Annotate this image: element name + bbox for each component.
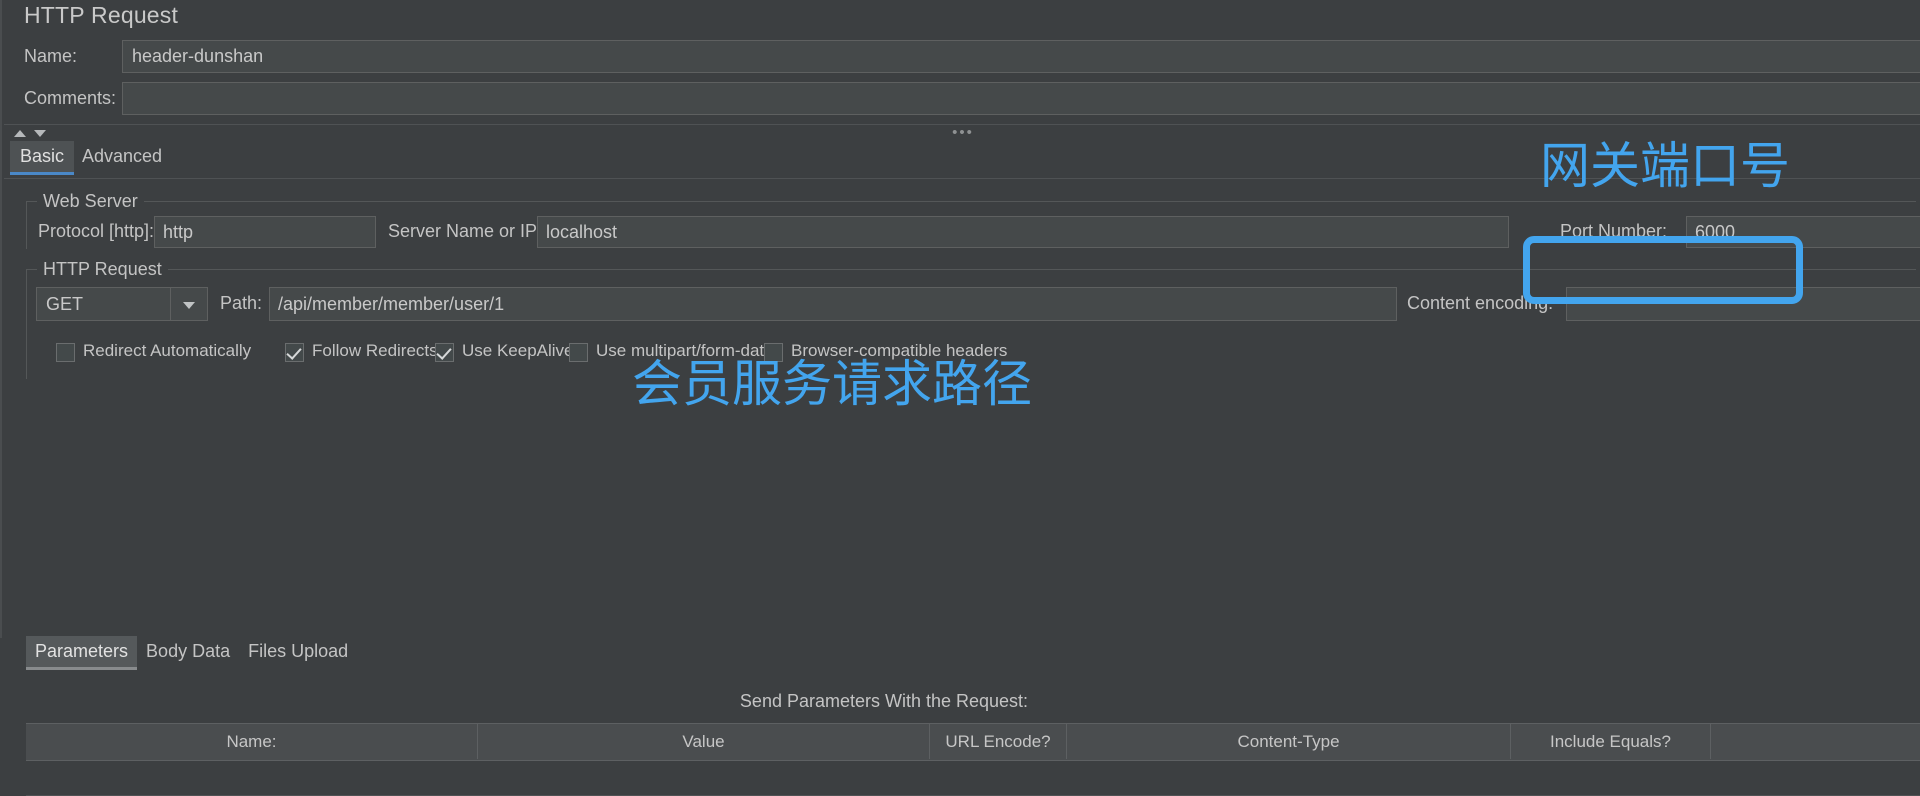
- send-parameters-caption: Send Parameters With the Request:: [739, 691, 1029, 711]
- splitter-handle-icon[interactable]: •••: [952, 125, 974, 140]
- name-label: Name:: [24, 46, 78, 66]
- checkbox-box[interactable]: [56, 343, 75, 362]
- table-header-row: Name: Value URL Encode? Content-Type Inc…: [26, 723, 1920, 761]
- name-input[interactable]: header-dunshan: [122, 40, 1920, 73]
- http-request-group-title: HTTP Request: [37, 259, 168, 280]
- path-input[interactable]: /api/member/member/user/1: [269, 287, 1397, 321]
- subtab-body-data[interactable]: Body Data: [137, 636, 239, 670]
- server-name-input[interactable]: localhost: [537, 216, 1509, 248]
- group-border-left: [26, 201, 27, 249]
- checkbox-label: Redirect Automatically: [83, 341, 252, 360]
- checkbox-box[interactable]: [435, 343, 454, 362]
- checkbox-label: Use multipart/form-data: [596, 341, 774, 360]
- port-number-input[interactable]: 6000: [1686, 216, 1920, 248]
- page-title: HTTP Request: [24, 2, 179, 28]
- collapse-down-icon[interactable]: [34, 130, 46, 137]
- content-encoding-input[interactable]: [1566, 287, 1920, 321]
- checkbox-box[interactable]: [569, 343, 588, 362]
- group-border-left: [26, 269, 27, 379]
- comments-input[interactable]: [122, 82, 1920, 115]
- web-server-group-title: Web Server: [37, 191, 144, 212]
- tab-basic[interactable]: Basic: [10, 141, 75, 175]
- checkbox-box[interactable]: [285, 343, 304, 362]
- subtab-files-upload[interactable]: Files Upload: [239, 636, 357, 670]
- method-combo[interactable]: GET: [36, 287, 208, 321]
- http-request-group: HTTP Request GET Path: /api/member/membe…: [26, 259, 1920, 379]
- column-header-content-type[interactable]: Content-Type: [1067, 724, 1511, 759]
- comments-label: Comments:: [24, 88, 117, 108]
- checkbox-label: Follow Redirects: [312, 341, 438, 360]
- port-number-label: Port Number:: [1560, 221, 1668, 241]
- parameters-tabbar: Parameters Body Data Files Upload: [26, 636, 357, 670]
- chevron-down-icon[interactable]: [170, 288, 207, 320]
- column-header-include-equals[interactable]: Include Equals?: [1511, 724, 1711, 759]
- server-name-label: Server Name or IP:: [388, 221, 543, 241]
- http-request-panel: HTTP Request Name: header-dunshan Commen…: [0, 0, 1920, 796]
- protocol-label: Protocol [http]:: [38, 221, 155, 241]
- column-header-value[interactable]: Value: [478, 724, 930, 759]
- path-label: Path:: [220, 293, 263, 313]
- web-server-group: Web Server Protocol [http]: http Server …: [26, 191, 1920, 249]
- main-tabbar: Basic Advanced: [4, 141, 1920, 175]
- column-header-name[interactable]: Name:: [26, 724, 478, 759]
- comments-row: Comments:: [2, 82, 1920, 118]
- checkbox-box[interactable]: [764, 343, 783, 362]
- name-row: Name: header-dunshan: [2, 40, 1920, 76]
- group-border-top: [26, 201, 1916, 202]
- checkbox-label: Browser-compatible headers: [791, 341, 1008, 360]
- subtab-parameters[interactable]: Parameters: [26, 636, 138, 670]
- panel-splitter[interactable]: •••: [4, 124, 1920, 142]
- basic-tab-content: Web Server Protocol [http]: http Server …: [4, 178, 1920, 796]
- tab-advanced[interactable]: Advanced: [72, 141, 172, 175]
- collapse-up-icon[interactable]: [14, 130, 26, 137]
- content-encoding-label: Content encoding:: [1407, 293, 1554, 313]
- checkbox-label: Use KeepAlive: [462, 341, 574, 360]
- parameters-table: Name: Value URL Encode? Content-Type Inc…: [26, 723, 1920, 796]
- protocol-input[interactable]: http: [154, 216, 376, 248]
- method-value: GET: [46, 294, 84, 314]
- group-border-top: [26, 269, 1916, 270]
- column-header-url-encode[interactable]: URL Encode?: [930, 724, 1067, 759]
- table-body: [26, 761, 1920, 796]
